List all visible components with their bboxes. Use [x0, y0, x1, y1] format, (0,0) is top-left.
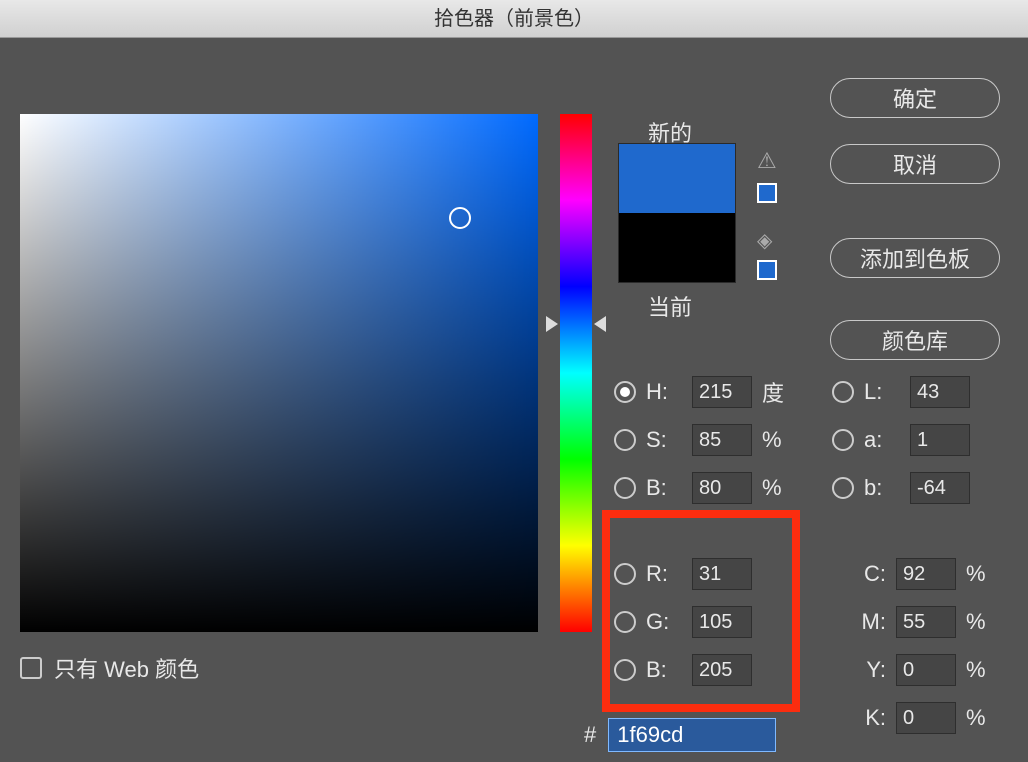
- r-input[interactable]: [692, 558, 752, 590]
- c-input[interactable]: [896, 558, 956, 590]
- r-label: R:: [646, 561, 682, 587]
- k-unit: %: [966, 705, 988, 731]
- m-input[interactable]: [896, 606, 956, 638]
- hue-slider[interactable]: [560, 114, 592, 632]
- lab-b-input[interactable]: [910, 472, 970, 504]
- brightness-radio[interactable]: [614, 477, 636, 499]
- l-label: L:: [864, 379, 900, 405]
- web-safe-icon[interactable]: ◈: [757, 228, 772, 253]
- window-title: 拾色器（前景色）: [0, 0, 1028, 38]
- web-safe-swatch[interactable]: [757, 260, 777, 280]
- k-input[interactable]: [896, 702, 956, 734]
- h-input[interactable]: [692, 376, 752, 408]
- s-unit: %: [762, 427, 784, 453]
- g-input[interactable]: [692, 606, 752, 638]
- h-radio[interactable]: [614, 381, 636, 403]
- current-color-swatch[interactable]: [619, 213, 735, 282]
- s-input[interactable]: [692, 424, 752, 456]
- b-radio[interactable]: [614, 659, 636, 681]
- c-unit: %: [966, 561, 988, 587]
- b-input[interactable]: [692, 654, 752, 686]
- k-label: K:: [854, 705, 886, 731]
- c-label: C:: [854, 561, 886, 587]
- l-input[interactable]: [910, 376, 970, 408]
- l-radio[interactable]: [832, 381, 854, 403]
- add-to-swatches-button[interactable]: 添加到色板: [830, 238, 1000, 278]
- y-input[interactable]: [896, 654, 956, 686]
- color-field[interactable]: [20, 114, 538, 632]
- y-label: Y:: [854, 657, 886, 683]
- gamut-safe-swatch[interactable]: [757, 183, 777, 203]
- r-radio[interactable]: [614, 563, 636, 585]
- b-label: B:: [646, 657, 682, 683]
- s-label: S:: [646, 427, 682, 453]
- color-field-cursor[interactable]: [449, 207, 471, 229]
- web-only-label: 只有 Web 颜色: [54, 652, 199, 684]
- new-color-swatch: [619, 144, 735, 213]
- h-label: H:: [646, 379, 682, 405]
- h-unit: 度: [762, 376, 784, 408]
- lab-b-radio[interactable]: [832, 477, 854, 499]
- a-label: a:: [864, 427, 900, 453]
- g-label: G:: [646, 609, 682, 635]
- y-unit: %: [966, 657, 988, 683]
- color-preview: [618, 143, 736, 283]
- m-label: M:: [854, 609, 886, 635]
- a-input[interactable]: [910, 424, 970, 456]
- a-radio[interactable]: [832, 429, 854, 451]
- dialog-content: 新的 当前 ⚠ ◈ 确定 取消 添加到色板 颜色库 H: 度 S: % B: %…: [0, 38, 1028, 762]
- hue-slider-thumb-right[interactable]: [594, 316, 606, 332]
- hue-slider-thumb-left[interactable]: [546, 316, 558, 332]
- s-radio[interactable]: [614, 429, 636, 451]
- hex-prefix: #: [584, 722, 596, 748]
- lab-b-label: b:: [864, 475, 900, 501]
- g-radio[interactable]: [614, 611, 636, 633]
- brightness-label: B:: [646, 475, 682, 501]
- current-color-label: 当前: [648, 290, 692, 322]
- ok-button[interactable]: 确定: [830, 78, 1000, 118]
- color-libraries-button[interactable]: 颜色库: [830, 320, 1000, 360]
- gamut-warning-icon[interactable]: ⚠: [757, 148, 777, 174]
- web-only-checkbox[interactable]: [20, 657, 42, 679]
- cancel-button[interactable]: 取消: [830, 144, 1000, 184]
- brightness-unit: %: [762, 475, 784, 501]
- brightness-input[interactable]: [692, 472, 752, 504]
- hex-input[interactable]: [608, 718, 776, 752]
- m-unit: %: [966, 609, 988, 635]
